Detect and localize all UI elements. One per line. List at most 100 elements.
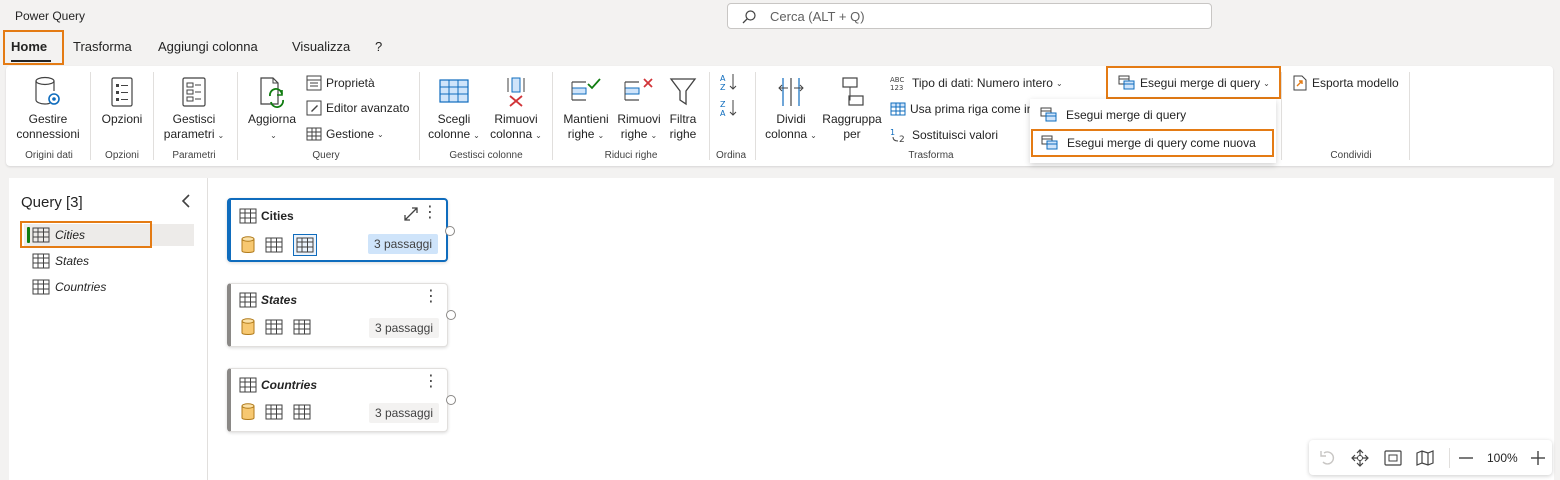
undo-icon[interactable] [1319, 449, 1337, 467]
zoom-in-icon[interactable] [1529, 449, 1547, 467]
zoom-toolbar: 100% [1309, 440, 1552, 475]
zoom-out-icon[interactable] [1457, 449, 1475, 467]
menu-item-esegui-merge-come-nuova[interactable]: Esegui merge di query come nuova [1031, 129, 1274, 157]
table-icon [265, 319, 283, 335]
query-card-cities[interactable]: Cities ⋮ 3 passaggi [227, 198, 455, 262]
svg-text:ABC: ABC [890, 76, 904, 84]
mantieni-righe-button[interactable]: Mantieni righe ⌄ [559, 76, 613, 143]
table-icon [293, 404, 311, 420]
merge-dropdown-menu: Esegui merge di query Esegui merge di qu… [1030, 99, 1276, 163]
gestisci-parametri-button[interactable]: Gestisci parametri ⌄ [158, 76, 230, 143]
ribbon-separator [709, 72, 710, 160]
ribbon-separator [237, 72, 238, 160]
steps-badge: 3 passaggi [367, 234, 438, 254]
sort-ascending-button[interactable]: AZ [720, 72, 742, 92]
tab-visualizza[interactable]: Visualizza [292, 39, 350, 54]
scegli-colonne-button[interactable]: Scegli colonne ⌄ [424, 76, 484, 143]
card-step-icons [241, 403, 311, 421]
chevron-left-icon[interactable] [179, 193, 193, 209]
rimuovi-colonna-button[interactable]: Rimuovi colonna ⌄ [486, 76, 546, 143]
more-options-icon[interactable]: ⋮ [423, 289, 439, 305]
chevron-down-icon: ⌄ [597, 131, 605, 140]
editor-avanzato-label: Editor avanzato [326, 101, 410, 115]
group-label-gestisci-colonne: Gestisci colonne [449, 150, 523, 161]
menu-item-label: Esegui merge di query come nuova [1067, 136, 1256, 150]
dividi-colonna-button[interactable]: Dividi colonna ⌄ [763, 76, 819, 143]
esegui-merge-button[interactable]: Esegui merge di query ⌄ [1118, 75, 1270, 91]
group-label-trasforma: Trasforma [908, 150, 954, 161]
filtra-righe-button[interactable]: Filtra righe [662, 76, 704, 142]
title-bar: Power Query [0, 0, 1560, 34]
gestire-connessioni-button[interactable]: Gestire connessioni [12, 76, 84, 142]
properties-icon [306, 75, 322, 91]
ribbon-separator [153, 72, 154, 160]
tab-trasforma[interactable]: Trasforma [73, 39, 132, 54]
replace-values-icon: 12 [890, 128, 905, 143]
rimuovi-righe-button[interactable]: Rimuovi righe ⌄ [612, 76, 666, 143]
group-by-icon [842, 77, 864, 106]
table-icon [239, 377, 257, 393]
tipo-dati-dropdown[interactable]: ABC 123 Tipo di dati: Numero intero ⌄ [890, 75, 1063, 91]
aggiorna-button[interactable]: Aggiorna ⌄ [244, 76, 300, 143]
refresh-icon [260, 77, 284, 108]
query-item-label: States [55, 254, 90, 268]
search-input[interactable] [770, 8, 1170, 25]
query-item-states[interactable]: States [24, 250, 194, 272]
query-card-countries[interactable]: Countries ⋮ 3 passaggi [227, 368, 456, 432]
active-step[interactable] [293, 234, 317, 256]
merge-button-highlight: Esegui merge di query ⌄ [1106, 66, 1281, 99]
group-label-origini-dati: Origini dati [25, 150, 73, 161]
tab-aggiungi-colonna[interactable]: Aggiungi colonna [158, 39, 258, 54]
chevron-down-icon: ⌄ [650, 131, 658, 140]
abc-123-icon: ABC123 [890, 76, 904, 91]
parametri-label: parametri [163, 127, 215, 141]
card-output-port[interactable] [445, 226, 455, 236]
more-options-icon[interactable]: ⋮ [422, 205, 438, 221]
usa-prima-riga-button[interactable]: Usa prima riga come in [890, 101, 1033, 117]
ribbon-separator [755, 72, 756, 160]
proprieta-button[interactable]: Proprietà [306, 75, 375, 91]
chevron-down-icon: ⌄ [1263, 78, 1270, 88]
group-label-condividi: Condividi [1330, 150, 1372, 161]
table-icon [296, 237, 314, 253]
mantieni-label: Mantieni [563, 112, 609, 126]
svg-text:1: 1 [890, 128, 895, 137]
ribbon-tabs: Home Trasforma Aggiungi colonna Visualiz… [0, 34, 1560, 64]
raggruppa-per-button[interactable]: Raggruppa per [820, 76, 884, 142]
chevron-down-icon: ⌄ [810, 131, 817, 140]
search-box[interactable] [727, 3, 1212, 29]
gestione-button[interactable]: Gestione ⌄ [306, 126, 384, 142]
map-icon[interactable] [1416, 449, 1434, 467]
editor-avanzato-button[interactable]: Editor avanzato [306, 100, 409, 116]
menu-item-esegui-merge[interactable]: Esegui merge di query [1030, 101, 1276, 129]
opzioni-button[interactable]: Opzioni [98, 76, 146, 127]
expand-icon[interactable] [404, 207, 418, 221]
sort-descending-button[interactable]: ZA [720, 98, 742, 118]
more-options-icon[interactable]: ⋮ [423, 374, 439, 390]
table-icon [265, 237, 283, 253]
export-template-icon [1293, 75, 1307, 91]
merge-queries-icon [1040, 107, 1057, 122]
query-item-countries[interactable]: Countries [24, 276, 194, 298]
chevron-down-icon: ⌄ [217, 131, 225, 140]
filter-icon [669, 78, 697, 106]
gestisci-label: Gestisci [172, 112, 216, 126]
card-output-port[interactable] [446, 310, 456, 320]
svg-text:2: 2 [899, 135, 905, 143]
card-output-port[interactable] [446, 395, 456, 405]
esporta-modello-button[interactable]: Esporta modello [1292, 75, 1399, 91]
group-label-ordina: Ordina [715, 150, 746, 161]
advanced-editor-icon [306, 100, 322, 116]
sostituisci-valori-button[interactable]: 12 Sostituisci valori [890, 127, 998, 143]
chevron-down-icon: ⌄ [270, 131, 277, 140]
esegui-merge-label: Esegui merge di query [1140, 76, 1261, 90]
tab-help[interactable]: ? [375, 39, 382, 54]
query-card-states[interactable]: States ⋮ 3 passaggi [227, 283, 456, 347]
tipo-dati-label: Tipo di dati: Numero intero [912, 76, 1053, 90]
fit-to-screen-icon[interactable] [1384, 449, 1402, 467]
pan-icon[interactable] [1351, 449, 1369, 467]
parameters-icon [182, 77, 206, 107]
proprieta-label: Proprietà [326, 76, 375, 90]
svg-text:Z: Z [720, 100, 726, 109]
options-list-icon [111, 77, 133, 107]
